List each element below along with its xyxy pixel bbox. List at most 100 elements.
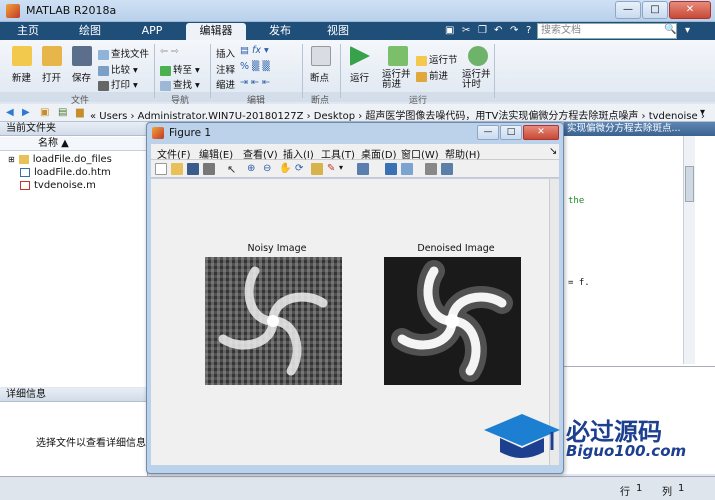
goto-button[interactable]: 转至 ▾	[160, 62, 200, 76]
pan-icon[interactable]: ✋	[279, 163, 291, 175]
redo-icon[interactable]: ↷	[510, 25, 518, 36]
breakpoints-button[interactable]: 断点	[310, 70, 329, 84]
link-plot-icon[interactable]	[357, 163, 369, 175]
save-figure-icon[interactable]	[187, 163, 199, 175]
run-advance-icon[interactable]	[388, 46, 408, 66]
search-input[interactable]: 搜索文档	[537, 23, 677, 39]
close-button[interactable]: ✕	[669, 1, 711, 19]
copy-icon[interactable]: ❐	[478, 25, 487, 36]
rotate-icon[interactable]: ⟳	[295, 163, 307, 175]
tab-home[interactable]: 主页	[6, 23, 50, 40]
tab-plots[interactable]: 绘图	[64, 23, 116, 40]
menu-file[interactable]: 文件(F)	[157, 146, 191, 161]
ribbon-tab-bar: 主页 绘图 APP 编辑器 发布 视图 ▣ ✂ ❐ ↶ ↷ ? 搜索文档 🔍 ▾	[0, 22, 715, 40]
run-and-time-button[interactable]: 运行并 计时	[462, 70, 491, 90]
plot-title-noisy: Noisy Image	[247, 243, 307, 254]
open-icon[interactable]	[42, 46, 62, 66]
comment-icons[interactable]: % ▒ ▒	[240, 61, 270, 72]
hide-plot-tools-icon[interactable]	[425, 163, 437, 175]
open-button[interactable]: 打开	[42, 70, 61, 84]
run-time-icon[interactable]	[468, 46, 488, 66]
forward-arrow-icon[interactable]: ▶	[22, 107, 30, 118]
legend-icon[interactable]	[401, 163, 413, 175]
noisy-image[interactable]	[205, 257, 342, 385]
menu-tools[interactable]: 工具(T)	[321, 146, 355, 161]
cut-icon[interactable]: ✂	[462, 25, 470, 36]
nav-arrows-icon: ⇦ ⇨	[160, 46, 179, 57]
expand-icon[interactable]: ⊞	[8, 155, 15, 164]
help-icon[interactable]: ?	[526, 25, 531, 36]
zoom-in-icon[interactable]: ⊕	[247, 163, 259, 175]
print-button[interactable]: 打印 ▾	[98, 77, 138, 91]
list-item[interactable]: loadFile.do.htm	[20, 167, 111, 178]
save-icon[interactable]	[72, 46, 92, 66]
browse-folder-icon[interactable]: ▤	[58, 107, 67, 118]
denoised-image[interactable]	[384, 257, 521, 385]
find-icon	[160, 80, 171, 91]
figure-maximize-button[interactable]: □	[500, 125, 522, 140]
run-icon[interactable]	[350, 46, 370, 66]
open-file-icon[interactable]	[171, 163, 183, 175]
up-folder-icon[interactable]: ▣	[40, 107, 49, 118]
print-icon	[98, 80, 109, 91]
run-button[interactable]: 运行	[350, 70, 369, 84]
menu-view[interactable]: 查看(V)	[243, 146, 278, 161]
maximize-button[interactable]: □	[642, 1, 668, 19]
menu-insert[interactable]: 插入(I)	[283, 146, 314, 161]
save-button[interactable]: 保存	[72, 70, 91, 84]
current-folder-path[interactable]: « Users › Administrator.WIN7U-20180127Z …	[90, 107, 705, 122]
scrollbar-thumb[interactable]	[685, 166, 694, 202]
breakpoints-icon[interactable]	[311, 46, 331, 66]
figure-close-button[interactable]: ✕	[523, 125, 559, 140]
run-section-button[interactable]: 运行节	[416, 52, 458, 66]
figure-minimize-button[interactable]: —	[477, 125, 499, 140]
undo-icon[interactable]: ↶	[494, 25, 502, 36]
insert-section-icon[interactable]: ▤ fx ▾	[240, 45, 269, 56]
tab-apps[interactable]: APP	[126, 23, 178, 40]
search-icon[interactable]: 🔍	[664, 24, 676, 35]
figure-title-bar[interactable]: Figure 1 — □ ✕	[147, 123, 563, 143]
brush-dropdown-icon[interactable]: ▾	[339, 163, 351, 175]
menu-help[interactable]: 帮助(H)	[445, 146, 480, 161]
tab-publish[interactable]: 发布	[254, 23, 306, 40]
find-button[interactable]: 查找 ▾	[160, 77, 200, 91]
brush-icon[interactable]: ✎	[327, 163, 339, 175]
minimize-button[interactable]: —	[615, 1, 641, 19]
address-dropdown-icon[interactable]: ▾	[700, 107, 705, 118]
find-files-button[interactable]: 查找文件	[98, 46, 149, 60]
show-plot-tools-icon[interactable]	[441, 163, 453, 175]
comment-button[interactable]: 注释	[216, 62, 235, 76]
indent-button[interactable]: 缩进	[216, 77, 235, 91]
new-figure-icon[interactable]	[155, 163, 167, 175]
new-button[interactable]: 新建	[12, 70, 31, 84]
name-column-header[interactable]: 名称 ▲	[0, 137, 148, 151]
zoom-out-icon[interactable]: ⊖	[263, 163, 275, 175]
print-figure-icon[interactable]	[203, 163, 215, 175]
tab-editor[interactable]: 编辑器	[186, 23, 246, 40]
editor-tab-title[interactable]: 实现偏微分方程去除斑点...	[564, 122, 715, 136]
run-advance-button[interactable]: 运行并 前进	[382, 70, 411, 90]
insert-button[interactable]: 插入	[216, 46, 235, 60]
list-item[interactable]: ⊞ loadFile.do_files	[8, 154, 112, 165]
back-arrow-icon[interactable]: ◀	[6, 107, 14, 118]
new-icon[interactable]	[12, 46, 32, 66]
menu-desktop[interactable]: 桌面(D)	[361, 146, 397, 161]
tab-view[interactable]: 视图	[312, 23, 364, 40]
ribbon: 新建 打开 保存 查找文件 比较 ▾ 打印 ▾ 文件 ⇦ ⇨ 转至 ▾ 查找 ▾…	[0, 40, 715, 106]
logo-english-text: Biguo100.com	[566, 442, 687, 460]
current-folder-title: 当前文件夹	[0, 122, 148, 136]
colorbar-icon[interactable]	[385, 163, 397, 175]
data-cursor-icon[interactable]	[311, 163, 323, 175]
list-item[interactable]: tvdenoise.m	[20, 180, 96, 191]
pointer-icon[interactable]: ↖	[227, 163, 239, 176]
advance-button[interactable]: 前进	[416, 68, 448, 82]
dock-arrow-icon[interactable]: ↘	[549, 146, 557, 157]
menu-edit[interactable]: 编辑(E)	[199, 146, 233, 161]
menu-window[interactable]: 窗口(W)	[401, 146, 439, 161]
compare-button[interactable]: 比较 ▾	[98, 62, 138, 76]
indent-icons[interactable]: ⇥ ⇤ ⇤	[240, 77, 270, 88]
save-quick-icon[interactable]: ▣	[445, 25, 454, 36]
ribbon-toggle-icon[interactable]: ▾	[685, 25, 690, 36]
run-section-icon	[416, 55, 427, 66]
editor-scrollbar[interactable]	[683, 136, 695, 364]
